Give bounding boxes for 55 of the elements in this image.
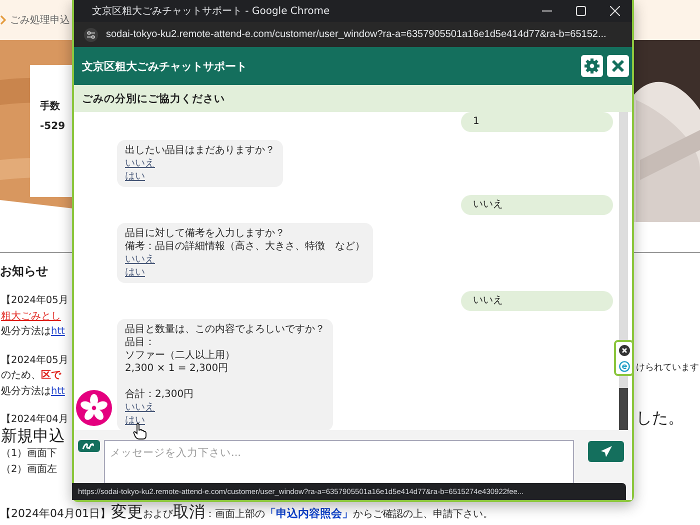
message-text: 品目と数量は、この内容でよろしいですか？ [125,323,325,336]
send-button[interactable] [588,441,624,462]
message-text: 出したい品目はまだありますか？ [125,144,275,157]
chevron-icon [0,15,6,25]
link[interactable]: htt [51,326,65,337]
card-text: -529 [40,121,66,132]
card-text: 手数 [40,100,61,113]
notice-text: した。 [635,408,685,429]
option-link[interactable]: いいえ [125,253,155,266]
close-icon[interactable] [618,344,630,356]
link[interactable]: 粗大ごみとし [0,308,72,324]
message-text: 合計：2,300円 [125,388,195,401]
notice-text: 処分方法はhtt [0,324,66,339]
user-message: 1 [461,112,613,132]
notice-text: 【2024年04月 [0,412,70,427]
message-text: 備考：品目の詳細情報（高さ、大きさ、特徴 など） [125,240,365,253]
circled-e-icon[interactable] [618,360,630,372]
notice-text: 新規申込 [0,428,66,446]
window-title: 文京区粗大ごみチャットサポート - Google Chrome [92,4,331,18]
message-text: ソファー（二人以上用） [125,349,236,362]
message-text: 品目に対して備考を入力しますか？ [125,227,286,240]
close-button[interactable] [607,55,629,77]
message-field[interactable]: メッセージを入力下さい... [104,440,574,485]
notice-text: （1）画面下 [0,447,58,461]
link[interactable]: 「申込内容照会」 [265,507,353,520]
user-message: いいえ [461,291,613,311]
url-text: sodai-tokyo-ku2.remote-attend-e.com/customer/user_window?ra-a=6357905501a16e1d5e414d77&ra-b=65152... [106,29,606,40]
notice-text: 【2024年05月 [0,294,70,308]
notice-text: 【2024年04月01日】変更および取消：画面上部の「申込内容照会」からご確認の上、申請下さい。 [0,503,493,523]
paper-plane-icon [600,445,612,458]
option-link[interactable]: はい [125,414,145,427]
notice-text: けられています [635,361,700,374]
option-link[interactable]: いいえ [125,157,155,170]
notice-text: のため、区で [0,369,62,383]
notice-text: （2）画面左 [0,462,58,476]
message-text: 2,300 × 1 = 2,300円 [125,362,230,375]
option-link[interactable]: はい [125,266,145,279]
logo-icon [78,440,100,452]
option-link[interactable]: はい [125,170,145,183]
site-settings-icon[interactable] [84,28,98,42]
chat-subtitle: ごみの分別にご協力ください [82,92,225,106]
close-icon [610,58,626,74]
message-text: 品目： [125,336,156,349]
gear-icon [584,58,600,74]
close-icon [610,6,620,16]
link[interactable]: htt [51,386,65,396]
notice-text: 【2024年05月 [0,354,70,368]
maximize-icon [576,6,586,16]
breadcrumb[interactable]: ごみ処理申込 [10,13,70,27]
chat-title: 文京区粗大ごみチャットサポート [82,58,248,74]
settings-button[interactable] [581,55,603,77]
notices-heading: お知らせ [0,263,49,279]
user-message: いいえ [461,195,613,215]
option-link[interactable]: いいえ [125,401,155,414]
notice-text: 処分方法はhtt [0,384,66,398]
